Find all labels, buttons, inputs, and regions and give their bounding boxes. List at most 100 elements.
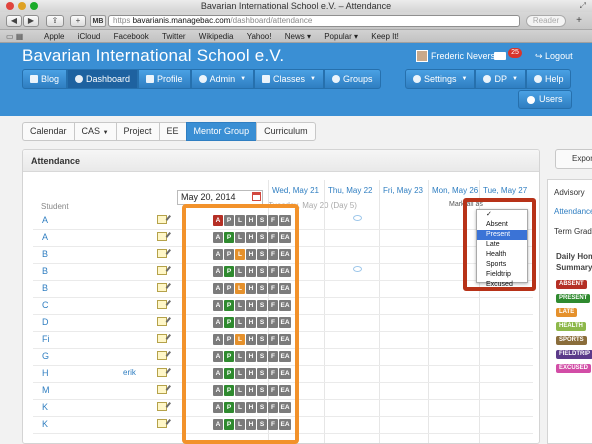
attendance-code-f-button[interactable]: F (268, 385, 278, 396)
attendance-code-a-button[interactable]: A (213, 334, 223, 345)
sidebar-item-term-grades[interactable]: Term Grades (554, 227, 592, 236)
bookmark-icloud[interactable]: iCloud (78, 30, 101, 43)
minimize-window-icon[interactable] (18, 2, 26, 10)
attendance-code-s-button[interactable]: S (257, 385, 267, 396)
attendance-code-a-button[interactable]: A (213, 419, 223, 430)
dropdown-option[interactable]: Sports (477, 260, 527, 270)
bookmark-wikipedia[interactable]: Wikipedia (199, 30, 234, 43)
attendance-code-h-button[interactable]: H (246, 215, 256, 226)
attendance-code-f-button[interactable]: F (268, 300, 278, 311)
attendance-code-h-button[interactable]: H (246, 334, 256, 345)
student-name-link[interactable]: A (42, 215, 48, 225)
attendance-code-s-button[interactable]: S (257, 215, 267, 226)
attendance-code-f-button[interactable]: F (268, 266, 278, 277)
attendance-code-l-button[interactable]: L (235, 385, 245, 396)
nav-dp-button[interactable]: DP ▼ (475, 69, 526, 89)
attendance-code-p-button[interactable]: P (224, 419, 234, 430)
attendance-code-h-button[interactable]: H (246, 300, 256, 311)
attendance-code-l-button[interactable]: L (235, 232, 245, 243)
attendance-code-f-button[interactable]: F (268, 351, 278, 362)
edit-note-icon[interactable] (157, 215, 167, 224)
attendance-code-f-button[interactable]: F (268, 215, 278, 226)
day-header-fri[interactable]: Fri, May 23 (383, 186, 423, 195)
edit-note-icon[interactable] (157, 232, 167, 241)
edit-note-icon[interactable] (157, 351, 167, 360)
student-name-link[interactable]: Fi (42, 334, 50, 344)
day-header-mon[interactable]: Mon, May 26 (432, 186, 478, 195)
attendance-code-a-button[interactable]: A (213, 402, 223, 413)
attendance-code-h-button[interactable]: H (246, 283, 256, 294)
attendance-code-f-button[interactable]: F (268, 402, 278, 413)
mail-icon[interactable] (494, 52, 506, 60)
attendance-code-s-button[interactable]: S (257, 266, 267, 277)
bookmark-popular[interactable]: Popular ▾ (324, 30, 358, 43)
comment-icon[interactable] (353, 215, 362, 221)
student-name-link[interactable]: B (42, 266, 48, 276)
attendance-code-f-button[interactable]: F (268, 334, 278, 345)
bookmark-yahoo[interactable]: Yahoo! (247, 30, 272, 43)
student-name-link[interactable]: A (42, 232, 48, 242)
avatar[interactable] (416, 50, 428, 62)
add-bookmark-icon[interactable]: + (572, 15, 586, 27)
attendance-code-ea-button[interactable]: EA (279, 317, 291, 328)
address-bar[interactable]: https bavarianis.managebac.com/dashboard… (108, 15, 520, 27)
attendance-code-f-button[interactable]: F (268, 317, 278, 328)
sidebar-item-advisory[interactable]: Advisory (554, 188, 585, 197)
bookmark-apple[interactable]: Apple (44, 30, 64, 43)
attendance-code-p-button[interactable]: P (224, 317, 234, 328)
attendance-code-a-button[interactable]: A (213, 317, 223, 328)
attendance-code-a-button[interactable]: A (213, 215, 223, 226)
student-name-link[interactable]: C (42, 300, 49, 310)
student-name-link[interactable]: G (42, 351, 49, 361)
bookmark-facebook[interactable]: Facebook (114, 30, 149, 43)
new-tab-button[interactable]: + (70, 15, 86, 27)
users-button[interactable]: Users (518, 90, 572, 109)
close-window-icon[interactable] (6, 2, 14, 10)
attendance-code-p-button[interactable]: P (224, 266, 234, 277)
edit-note-icon[interactable] (157, 419, 167, 428)
nav-settings-button[interactable]: Settings ▼ (405, 69, 476, 89)
attendance-code-a-button[interactable]: A (213, 300, 223, 311)
edit-note-icon[interactable] (157, 300, 167, 309)
nav-blog-button[interactable]: Blog (22, 69, 68, 89)
nav-dashboard-button[interactable]: Dashboard (67, 69, 139, 89)
student-name-link[interactable]: K (42, 402, 48, 412)
attendance-code-l-button[interactable]: L (235, 266, 245, 277)
day-header-wed[interactable]: Wed, May 21 (272, 186, 319, 195)
edit-note-icon[interactable] (157, 249, 167, 258)
student-name-link[interactable]: B (42, 249, 48, 259)
reader-button[interactable]: Reader (526, 15, 566, 27)
user-name-link[interactable]: Frederic Nevers (431, 51, 495, 61)
attendance-code-p-button[interactable]: P (224, 300, 234, 311)
dropdown-option[interactable]: Fieldtrip (477, 270, 527, 280)
attendance-code-h-button[interactable]: H (246, 351, 256, 362)
attendance-code-h-button[interactable]: H (246, 385, 256, 396)
attendance-code-s-button[interactable]: S (257, 249, 267, 260)
nav-groups-button[interactable]: Groups (324, 69, 381, 89)
attendance-code-h-button[interactable]: H (246, 317, 256, 328)
attendance-code-l-button[interactable]: L (235, 368, 245, 379)
attendance-code-a-button[interactable]: A (213, 283, 223, 294)
attendance-code-ea-button[interactable]: EA (279, 300, 291, 311)
attendance-code-l-button[interactable]: L (235, 215, 245, 226)
attendance-code-a-button[interactable]: A (213, 385, 223, 396)
student-name-link[interactable]: B (42, 283, 48, 293)
comment-icon[interactable] (353, 266, 362, 272)
attendance-code-h-button[interactable]: H (246, 368, 256, 379)
attendance-code-ea-button[interactable]: EA (279, 402, 291, 413)
attendance-code-p-button[interactable]: P (224, 283, 234, 294)
attendance-code-l-button[interactable]: L (235, 351, 245, 362)
bookmark-twitter[interactable]: Twitter (162, 30, 186, 43)
attendance-code-p-button[interactable]: P (224, 334, 234, 345)
attendance-code-s-button[interactable]: S (257, 419, 267, 430)
attendance-code-l-button[interactable]: L (235, 402, 245, 413)
tab-ee[interactable]: EE (158, 122, 186, 141)
attendance-code-p-button[interactable]: P (224, 385, 234, 396)
attendance-code-l-button[interactable]: L (235, 249, 245, 260)
nav-profile-button[interactable]: Profile (138, 69, 191, 89)
attendance-code-h-button[interactable]: H (246, 249, 256, 260)
attendance-code-s-button[interactable]: S (257, 300, 267, 311)
maximize-window-icon[interactable] (30, 2, 38, 10)
attendance-code-s-button[interactable]: S (257, 283, 267, 294)
attendance-code-ea-button[interactable]: EA (279, 266, 291, 277)
